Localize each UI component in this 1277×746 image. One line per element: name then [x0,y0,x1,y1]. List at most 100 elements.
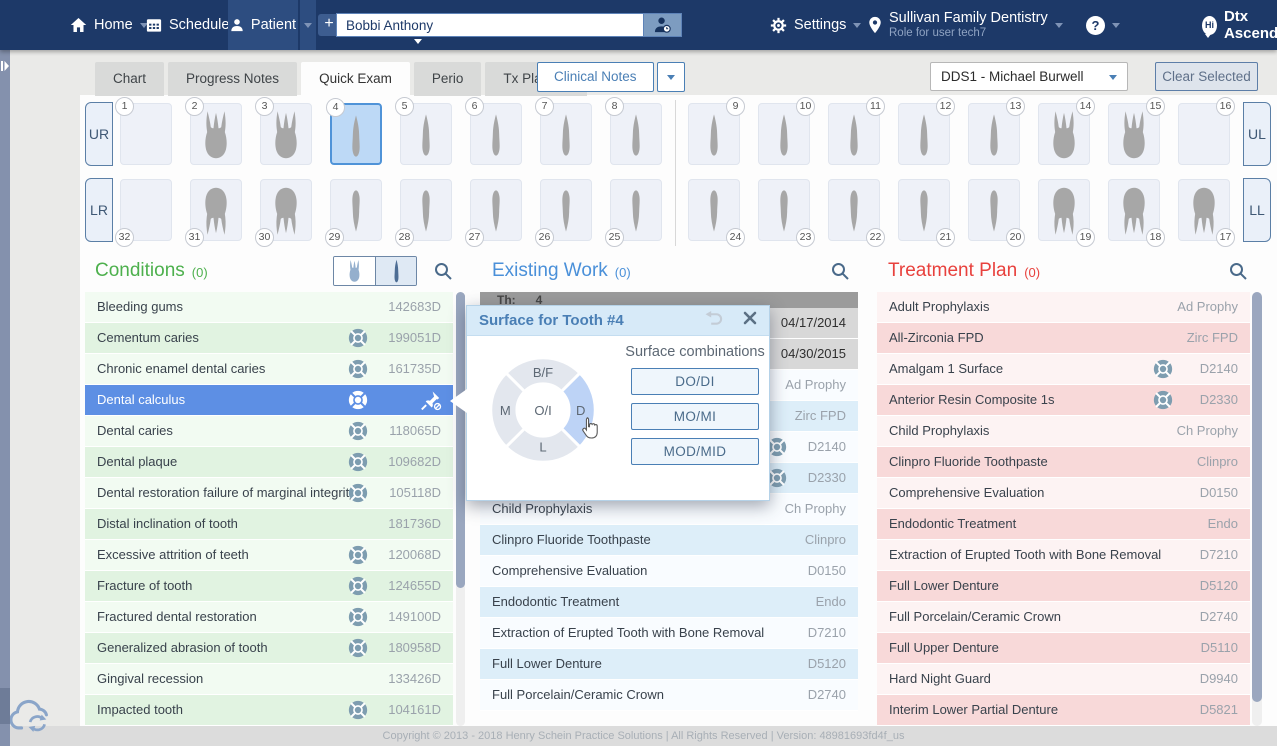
treatment-plan-row[interactable]: Adult Prophylaxis Ad Prophy [877,292,1250,323]
tooth-cell[interactable]: 30 [260,179,312,241]
condition-row[interactable]: Impacted tooth 104161D [85,695,453,726]
treatment-plan-row[interactable]: Endodontic Treatment Endo [877,509,1250,540]
tooth-cell[interactable]: 11 [828,103,880,165]
condition-row[interactable]: Bleeding gums 142683D [85,292,453,323]
nav-settings[interactable]: Settings [770,0,861,50]
treatment-plan-row[interactable]: Hard Night Guard D9940 [877,664,1250,695]
treatment-plan-row[interactable]: Clinpro Fluoride Toothpaste Clinpro [877,447,1250,478]
treatment-plan-row[interactable]: Amalgam 1 Surface D2140 [877,354,1250,385]
tab[interactable]: Chart [95,62,164,96]
existing-work-row[interactable]: Comprehensive Evaluation D0150 [480,556,858,587]
collapsed-side-panel[interactable] [0,50,10,746]
treatment-plan-row[interactable]: Comprehensive Evaluation D0150 [877,478,1250,509]
panel-expand-handle[interactable] [1,58,9,76]
existing-work-row[interactable]: Full Porcelain/Ceramic Crown D2740 [480,680,858,711]
existing-work-row[interactable]: Clinpro Fluoride Toothpaste Clinpro [480,525,858,556]
treatment-plan-search-icon[interactable] [1228,261,1248,281]
molar-view-toggle[interactable] [334,257,375,285]
surface-combo-button[interactable]: DO/DI [631,368,759,395]
surface-selector-icon[interactable] [347,575,369,597]
conditions-search-icon[interactable] [433,261,453,281]
condition-row[interactable]: Dental restoration failure of marginal i… [85,478,453,509]
tooth-cell[interactable]: 24 [688,179,740,241]
tooth-cell[interactable]: 29 [330,179,382,241]
condition-row[interactable]: Fracture of tooth 124655D [85,571,453,602]
tooth-cell[interactable]: 28 [400,179,452,241]
condition-row[interactable]: Cementum caries 199051D [85,323,453,354]
existing-work-row[interactable]: Extraction of Erupted Tooth with Bone Re… [480,618,858,649]
provider-select[interactable]: DDS1 - Michael Burwell [930,62,1128,91]
tooth-cell[interactable]: 27 [470,179,522,241]
tooth-cell[interactable]: 7 [540,103,592,165]
tooth-cell[interactable]: 10 [758,103,810,165]
tooth-cell[interactable]: 1 [120,103,172,165]
tooth-cell[interactable]: 12 [898,103,950,165]
tooth-cell[interactable]: 25 [610,179,662,241]
tooth-cell[interactable]: 23 [758,179,810,241]
clear-selected-button[interactable]: Clear Selected [1155,62,1258,91]
tab[interactable]: Perio [414,62,482,96]
tooth-cell[interactable]: 32 [120,179,172,241]
tooth-cell[interactable]: 21 [898,179,950,241]
condition-row[interactable]: Dental caries 118065D [85,416,453,447]
tooth-cell[interactable]: 8 [610,103,662,165]
nav-home[interactable]: Home [70,0,148,50]
quadrant-label-ul[interactable]: UL [1243,102,1271,166]
root-view-toggle[interactable] [375,257,416,285]
conditions-scrollbar-thumb[interactable] [456,292,465,588]
surface-selector-icon[interactable] [347,389,369,411]
tooth-cell[interactable]: 18 [1108,179,1160,241]
surface-selector-icon[interactable] [1152,358,1174,380]
condition-row[interactable]: Gingival recession 133426D [85,664,453,695]
tab[interactable]: Quick Exam [301,62,410,96]
surface-selector-icon[interactable] [347,482,369,504]
tooth-cell[interactable]: 2 [190,103,242,165]
surface-selector-icon[interactable] [347,451,369,473]
tooth-cell[interactable]: 3 [260,103,312,165]
tab[interactable]: Progress Notes [168,62,297,96]
surface-selector-icon[interactable] [347,420,369,442]
treatment-plan-row[interactable]: All-Zirconia FPD Zirc FPD [877,323,1250,354]
treatment-plan-row[interactable]: Interim Lower Partial Denture D5821 [877,695,1250,726]
quadrant-label-ll[interactable]: LL [1243,178,1271,242]
surface-selector-icon[interactable] [347,606,369,628]
patient-search-button[interactable] [644,13,682,37]
tooth-cell[interactable]: 20 [968,179,1020,241]
existing-work-row[interactable]: Endodontic Treatment Endo [480,587,858,618]
existing-work-search-icon[interactable] [830,261,850,281]
tooth-cell[interactable]: 14 [1038,103,1090,165]
tooth-cell[interactable]: 17 [1178,179,1230,241]
tooth-cell[interactable]: 31 [190,179,242,241]
condition-row[interactable]: Chronic enamel dental caries 161735D [85,354,453,385]
rail-scroll-thumb[interactable] [0,688,10,724]
nav-help[interactable]: ? [1086,0,1120,50]
surface-selector-icon[interactable] [347,358,369,380]
pin-disabled-icon[interactable] [420,389,443,412]
nav-patient-dropdown[interactable] [300,0,316,50]
patient-search-input[interactable] [336,13,644,37]
existing-work-row[interactable]: Full Lower Denture D5120 [480,649,858,680]
tooth-cell[interactable]: 15 [1108,103,1160,165]
condition-row[interactable]: Generalized abrasion of tooth 180958D [85,633,453,664]
treatment-plan-row[interactable]: Anterior Resin Composite 1s D2330 [877,385,1250,416]
tooth-cell[interactable]: 9 [688,103,740,165]
tooth-cell[interactable]: 13 [968,103,1020,165]
undo-icon[interactable] [704,310,725,332]
condition-row[interactable]: Fractured dental restoration 149100D [85,602,453,633]
condition-row[interactable]: Dental calculus [85,385,453,416]
treatment-plan-row[interactable]: Extraction of Erupted Tooth with Bone Re… [877,540,1250,571]
treatment-plan-row[interactable]: Full Upper Denture D5110 [877,633,1250,664]
tooth-cell[interactable]: 26 [540,179,592,241]
condition-row[interactable]: Distal inclination of tooth 181736D [85,509,453,540]
surface-selector-icon[interactable] [1152,389,1174,411]
surface-combo-button[interactable]: MO/MI [631,403,759,430]
clinical-notes-button[interactable]: Clinical Notes [537,62,654,92]
tooth-cell[interactable]: 4 [330,103,382,165]
tooth-cell[interactable]: 19 [1038,179,1090,241]
nav-practice[interactable]: Sullivan Family Dentistry Role for user … [868,0,1063,50]
treatment-scrollbar-thumb[interactable] [1252,292,1262,702]
nav-brand[interactable]: Hi Dtx Ascend7 [1202,0,1277,50]
treatment-plan-row[interactable]: Child Prophylaxis Ch Prophy [877,416,1250,447]
treatment-plan-row[interactable]: Full Lower Denture D5120 [877,571,1250,602]
close-icon[interactable] [743,311,757,330]
